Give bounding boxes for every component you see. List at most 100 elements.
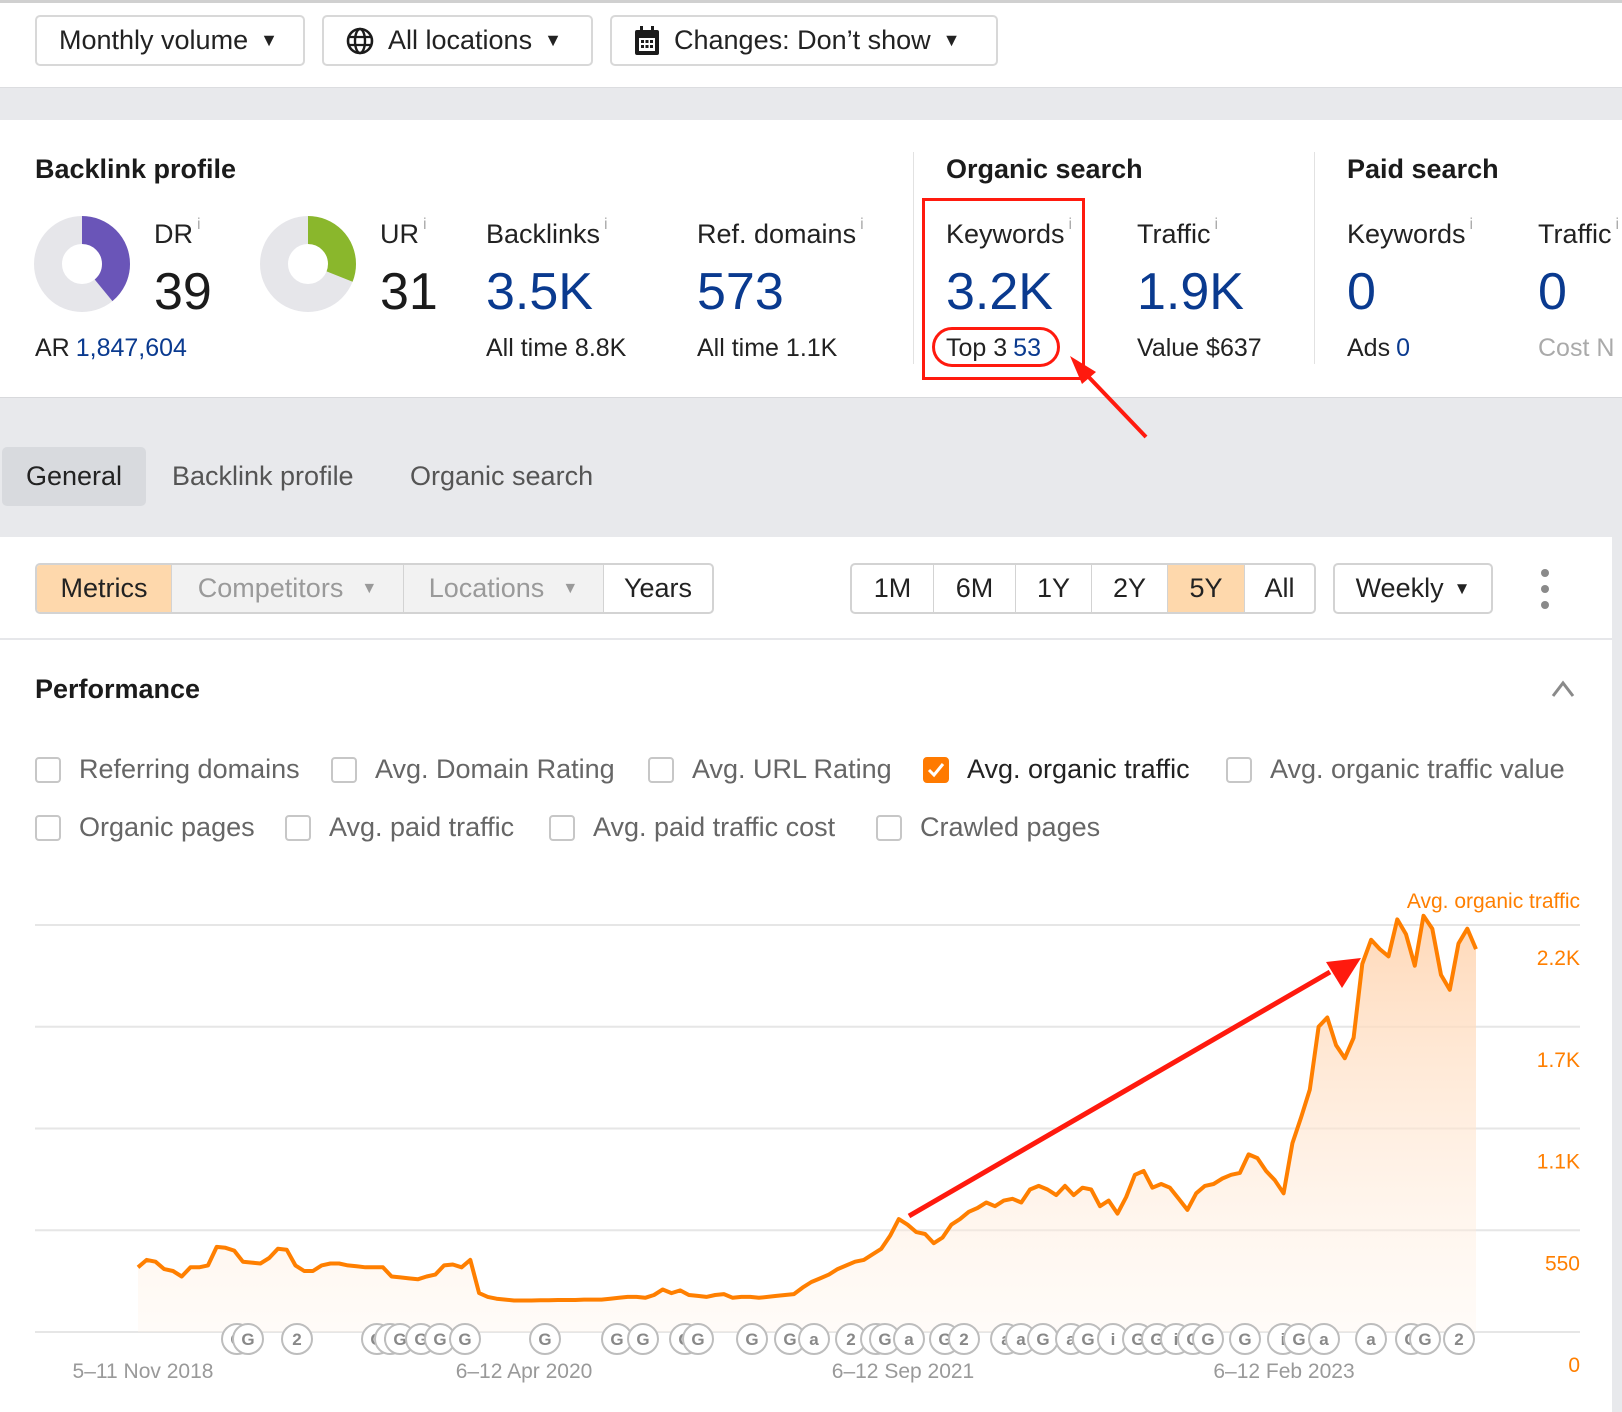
highlight-oval-annotation [932,327,1060,367]
volume-dropdown[interactable]: Monthly volume ▼ [35,15,305,66]
ur-label-text: UR [380,219,419,249]
annotation-marker-label: G [458,1330,471,1349]
info-icon[interactable]: i [860,216,864,233]
red-trend-arrowhead-annotation [1326,958,1361,988]
caret-down-icon: ▼ [544,30,562,50]
backlink-profile-title: Backlink profile [35,154,237,184]
annotation-marker-label: G [1201,1330,1214,1349]
info-icon[interactable]: i [1215,216,1219,233]
y-tick-label: 1.7K [1537,1049,1580,1072]
changes-dropdown[interactable]: Changes: Don’t show ▼ [610,15,998,66]
dr-donut-chart [34,216,130,312]
x-tick-label: 6–12 Apr 2020 [456,1360,593,1383]
info-icon[interactable]: i [197,216,201,233]
ads-label: Ads [1347,334,1391,362]
organic-traffic-value[interactable]: 1.9K [1137,262,1244,322]
red-arrow-annotation [1070,356,1148,439]
paid-keywords-value[interactable]: 0 [1347,262,1376,322]
paid-traffic-value[interactable]: 0 [1538,262,1567,322]
paid-search-title: Paid search [1347,154,1499,184]
annotation-marker-label: G [691,1330,704,1349]
tab-organic-search[interactable]: Organic search [386,447,617,506]
info-icon[interactable]: i [423,216,427,233]
ref-domains-all-time: All time 1.1K [697,334,837,363]
caret-down-icon: ▼ [260,30,278,50]
series-area [138,915,1476,1332]
annotation-marker-label: G [1081,1330,1094,1349]
backlinks-label: Backlinks i [486,216,608,250]
top-filter-bar: Monthly volume ▼ All locations ▼ Changes… [0,0,1622,88]
calendar-icon [634,25,660,56]
all-time-label: All time [697,334,779,362]
cost-label: Cost [1538,334,1590,362]
annotation-marker-label: a [904,1330,914,1349]
ar-value[interactable]: 1,847,604 [76,334,187,362]
annotation-marker-label: a [809,1330,819,1349]
locations-dropdown[interactable]: All locations ▼ [322,15,593,66]
backlinks-label-text: Backlinks [486,219,601,249]
all-time-label: All time [486,334,568,362]
ref-domains-value[interactable]: 573 [697,262,784,322]
ur-value: 31 [380,263,438,321]
paid-traffic-label-text: Traffic [1538,219,1612,249]
annotation-marker-label: G [433,1330,446,1349]
ads-value[interactable]: 0 [1396,334,1410,362]
y-tick-label: 2.2K [1537,947,1580,970]
value-amount: $637 [1206,334,1262,362]
annotation-marker-label: a [1319,1330,1329,1349]
main-card: Metrics Competitors ▼ Locations ▼ Years 1M… [0,537,1612,1412]
annotation-marker-label: G [783,1330,796,1349]
ar-row: AR 1,847,604 [35,334,187,363]
dr-label: DR i [154,216,201,250]
info-icon[interactable]: i [1616,216,1620,233]
globe-icon [346,27,374,55]
annotation-marker-label: G [538,1330,551,1349]
series-legend-label: Avg. organic traffic [1407,890,1580,913]
tab-backlink-profile[interactable]: Backlink profile [148,447,378,506]
annotation-marker-label: G [1036,1330,1049,1349]
x-tick-label: 6–12 Feb 2023 [1213,1360,1354,1383]
info-icon[interactable]: i [604,216,608,233]
backlinks-all-time: All time 8.8K [486,334,626,363]
section-divider [913,152,914,364]
annotation-marker-label: G [1418,1330,1431,1349]
x-tick-label: 5–11 Nov 2018 [73,1360,214,1383]
changes-dropdown-label: Changes: Don’t show [674,25,931,55]
all-time-value: 1.1K [785,334,838,362]
annotation-marker-label: i [1111,1330,1116,1349]
y-tick-label: 0 [1568,1354,1580,1377]
annotation-marker-label: 2 [846,1330,855,1349]
annotation-marker-label: G [636,1330,649,1349]
x-tick-label: 6–12 Sep 2021 [832,1360,974,1383]
organic-search-title: Organic search [946,154,1143,184]
caret-down-icon: ▼ [942,30,961,50]
tab-general[interactable]: General [2,447,146,506]
ref-domains-label-text: Ref. domains [697,219,857,249]
annotation-marker-label: G [393,1330,406,1349]
ur-label: UR i [380,216,427,250]
cost-value: N [1596,334,1615,362]
ads-row: Ads 0 [1347,334,1410,363]
annotation-marker-label: a [1016,1330,1026,1349]
organic-traffic-label: Traffic i [1137,216,1218,250]
annotation-marker-label: 2 [292,1330,301,1349]
dr-value: 39 [154,263,212,321]
paid-keywords-label: Keywords i [1347,216,1473,250]
ar-label: AR [35,334,70,362]
volume-dropdown-label: Monthly volume [59,25,249,55]
annotation-marker-label: G [241,1330,254,1349]
annotation-marker-label: a [1366,1330,1376,1349]
section-divider [1314,152,1315,364]
annotation-marker-label: G [1238,1330,1251,1349]
all-time-value: 8.8K [574,334,627,362]
backlinks-value[interactable]: 3.5K [486,262,593,322]
paid-keywords-label-text: Keywords [1347,219,1466,249]
annotation-marker-label: G [1292,1330,1305,1349]
annotation-marker-label: 2 [959,1330,968,1349]
info-icon[interactable]: i [1470,216,1474,233]
annotation-marker-label: 2 [1454,1330,1463,1349]
annotation-marker-label: G [878,1330,891,1349]
summary-card: Backlink profile DR i 39 AR 1,847,604 UR i … [0,120,1622,398]
organic-traffic-label-text: Traffic [1137,219,1211,249]
annotation-marker-label: G [610,1330,623,1349]
